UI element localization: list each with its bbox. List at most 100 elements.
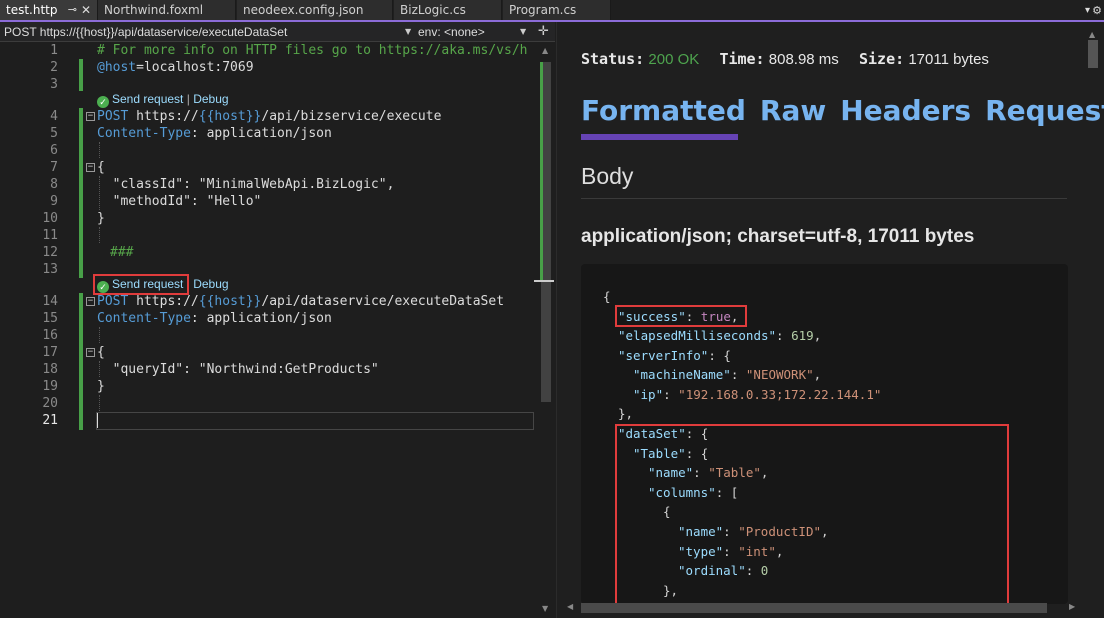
http-method: POST bbox=[97, 109, 129, 124]
tab-formatted[interactable]: Formatted bbox=[581, 94, 746, 127]
debug-link[interactable]: Debug bbox=[193, 92, 228, 106]
request-selector[interactable]: POST https://{{host}}/api/dataservice/ex… bbox=[4, 22, 414, 42]
change-bar bbox=[79, 108, 83, 278]
scrollbar-thumb[interactable] bbox=[581, 603, 1047, 613]
fold-toggle-icon[interactable]: − bbox=[86, 348, 95, 357]
header-name: Content-Type bbox=[97, 126, 191, 141]
line-number: 17 bbox=[42, 345, 58, 360]
json-value: { bbox=[723, 348, 731, 363]
response-vertical-scrollbar[interactable]: ▲ bbox=[1087, 30, 1099, 608]
scroll-right-icon[interactable]: ▶ bbox=[1069, 602, 1075, 611]
fold-toggle-icon[interactable]: − bbox=[86, 163, 95, 172]
json-key: "ip" bbox=[633, 387, 664, 402]
url-template-var: {{host}} bbox=[198, 109, 262, 124]
tab-test-http[interactable]: test.http ⊸ ✕ bbox=[0, 0, 98, 20]
code-line-variable: @host=localhost:7069 bbox=[97, 59, 254, 76]
scroll-down-icon[interactable]: ▼ bbox=[542, 604, 548, 613]
fold-toggle-icon[interactable]: − bbox=[86, 297, 95, 306]
variable-name: @host bbox=[97, 60, 137, 75]
code-line-request: POST https://{{host}}/api/dataservice/ex… bbox=[97, 293, 504, 310]
text-caret bbox=[97, 413, 98, 428]
json-value: : "Hello" bbox=[190, 194, 262, 209]
json-punct: , bbox=[813, 367, 822, 382]
json-line: }, bbox=[618, 404, 633, 424]
pin-icon[interactable]: ⊸ bbox=[68, 0, 77, 20]
url-template-var: {{host}} bbox=[198, 294, 262, 309]
response-horizontal-scrollbar[interactable]: ◀ ▶ bbox=[567, 602, 1077, 614]
debug-link[interactable]: Debug bbox=[193, 277, 228, 291]
json-value: : "Northwind:GetProducts" bbox=[183, 362, 379, 377]
tab-northwind-foxml[interactable]: Northwind.foxml bbox=[98, 0, 236, 20]
code-line-json: "classId": "MinimalWebApi.BizLogic", bbox=[97, 176, 395, 193]
line-number: 1 bbox=[50, 43, 58, 58]
content-type: application/json; charset=utf-8, 17011 b… bbox=[581, 226, 975, 247]
tab-label: neodeex.config.json bbox=[243, 3, 364, 17]
settings-icon[interactable]: ⚙ bbox=[1092, 0, 1102, 22]
code-line: } bbox=[97, 211, 105, 226]
change-bar bbox=[79, 59, 83, 91]
tab-program[interactable]: Program.cs bbox=[503, 0, 611, 20]
document-tab-strip: test.http ⊸ ✕ Northwind.foxml neodeex.co… bbox=[0, 0, 1104, 22]
fold-toggle-icon[interactable]: − bbox=[86, 112, 95, 121]
editor-navigation-bar: POST https://{{host}}/api/dataservice/ex… bbox=[0, 22, 555, 42]
url-part: https:// bbox=[128, 294, 199, 309]
json-key: "methodId" bbox=[97, 194, 191, 209]
tab-bizlogic[interactable]: BizLogic.cs bbox=[394, 0, 502, 20]
scroll-up-icon[interactable]: ▲ bbox=[1089, 30, 1095, 39]
codelens-separator: | bbox=[186, 92, 190, 106]
highlight-box bbox=[93, 274, 189, 295]
tab-label: BizLogic.cs bbox=[400, 3, 466, 17]
divider bbox=[581, 198, 1067, 199]
indent-guide bbox=[99, 327, 100, 343]
indent-guide bbox=[99, 142, 100, 158]
scroll-up-icon[interactable]: ▲ bbox=[542, 46, 548, 55]
close-icon[interactable]: ✕ bbox=[81, 0, 91, 20]
status-value: 200 OK bbox=[648, 51, 700, 68]
line-number: 15 bbox=[42, 311, 58, 326]
time-value: 808.98 ms bbox=[768, 51, 839, 68]
scrollbar-change-marker bbox=[540, 62, 543, 282]
send-request-link[interactable]: Send request bbox=[112, 92, 183, 106]
scrollbar-thumb[interactable] bbox=[1088, 40, 1098, 68]
json-value: "NEOWORK" bbox=[745, 367, 814, 382]
current-line-highlight bbox=[96, 412, 534, 430]
json-value: : "MinimalWebApi.BizLogic", bbox=[183, 177, 395, 192]
json-key: "machineName" bbox=[633, 367, 731, 382]
line-number: 21 bbox=[42, 413, 58, 428]
line-number: 10 bbox=[42, 211, 58, 226]
tab-label: Northwind.foxml bbox=[104, 3, 204, 17]
tab-list-dropdown-icon[interactable]: ▾ bbox=[1085, 0, 1090, 22]
json-punct: { bbox=[603, 289, 611, 304]
code-line-header: Content-Type: application/json bbox=[97, 310, 332, 327]
line-number: 7 bbox=[50, 160, 58, 175]
tab-raw[interactable]: Raw bbox=[760, 94, 826, 127]
scroll-left-icon[interactable]: ◀ bbox=[567, 602, 573, 611]
active-tab-indicator bbox=[581, 134, 738, 140]
split-editor-icon[interactable]: ✛ bbox=[538, 22, 549, 42]
tab-neodeex-config[interactable]: neodeex.config.json bbox=[237, 0, 393, 20]
chevron-down-icon[interactable]: ▼ bbox=[520, 22, 526, 42]
line-number: 18 bbox=[42, 362, 58, 377]
json-key: "serverInfo" bbox=[618, 348, 709, 363]
highlight-box bbox=[615, 305, 747, 327]
code-line-json: "methodId": "Hello" bbox=[97, 193, 262, 210]
code-line-json: "queryId": "Northwind:GetProducts" bbox=[97, 361, 379, 378]
json-body: { "success": true, "elapsedMilliseconds"… bbox=[581, 264, 1068, 604]
code-area[interactable]: 1 2 3 4 5 6 7 8 9 10 11 12 13 14 15 16 1… bbox=[0, 42, 540, 618]
line-number: 13 bbox=[42, 262, 58, 277]
chevron-down-icon[interactable]: ▼ bbox=[405, 22, 411, 42]
json-punct: , bbox=[813, 328, 822, 343]
header-name: Content-Type bbox=[97, 311, 191, 326]
tab-headers[interactable]: Headers bbox=[840, 94, 971, 127]
http-editor: POST https://{{host}}/api/dataservice/ex… bbox=[0, 22, 555, 618]
line-number: 16 bbox=[42, 328, 58, 343]
line-number: 11 bbox=[42, 228, 58, 243]
indent-guide bbox=[99, 395, 100, 411]
json-value: "192.168.0.33;172.22.144.1" bbox=[678, 387, 882, 402]
json-line: "machineName": "NEOWORK", bbox=[633, 367, 822, 382]
code-line-header: Content-Type: application/json bbox=[97, 125, 332, 142]
line-number: 3 bbox=[50, 77, 58, 92]
environment-selector[interactable]: env: <none> bbox=[418, 22, 530, 42]
editor-vertical-scrollbar[interactable]: ▲ ▼ bbox=[534, 42, 554, 618]
line-number: 5 bbox=[50, 126, 58, 141]
